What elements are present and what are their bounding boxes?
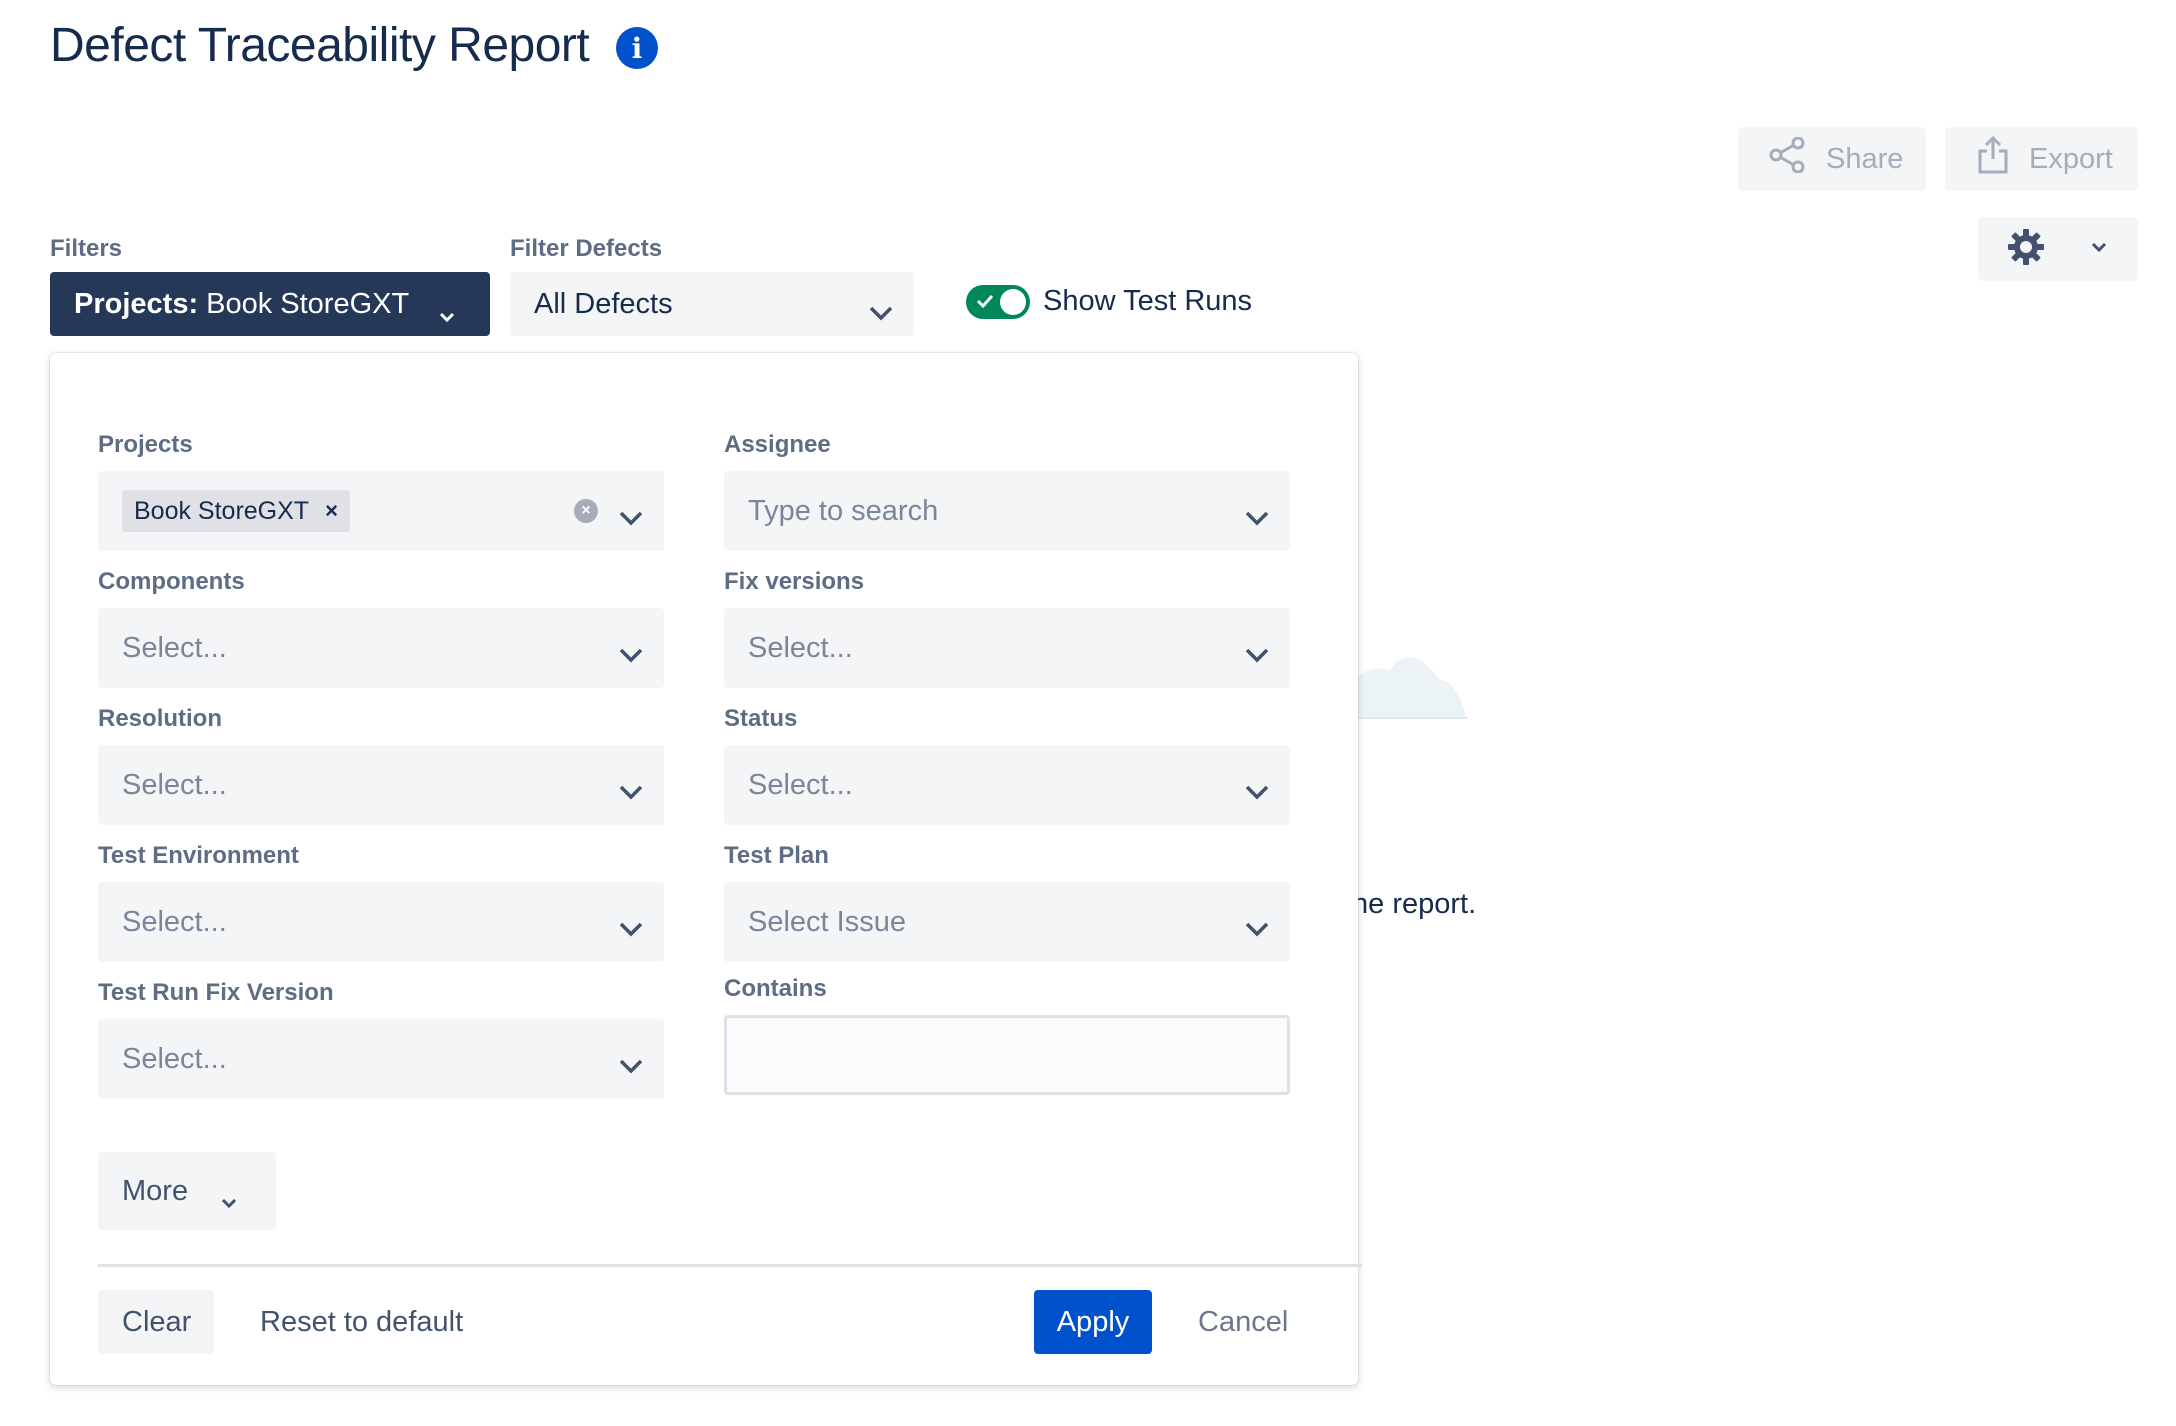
projects-value: Book StoreGXT xyxy=(206,287,410,320)
fix-versions-field-label: Fix versions xyxy=(724,568,865,595)
gear-icon xyxy=(2006,227,2046,272)
fix-versions-select[interactable]: Select... xyxy=(724,608,1290,688)
cloud-illustration xyxy=(1340,640,1470,725)
share-button[interactable]: Share xyxy=(1738,127,1926,191)
export-label: Export xyxy=(2029,142,2113,175)
test-plan-placeholder: Select Issue xyxy=(748,905,906,938)
info-icon[interactable]: i xyxy=(616,27,658,69)
projects-select[interactable]: Book StoreGXT × × xyxy=(98,471,664,551)
test-run-fix-version-field-label: Test Run Fix Version xyxy=(98,979,334,1006)
filter-defects-select[interactable]: All Defects xyxy=(510,272,914,336)
test-plan-field-label: Test Plan xyxy=(724,842,829,869)
project-tag: Book StoreGXT × xyxy=(122,490,350,532)
more-button[interactable]: More xyxy=(98,1152,276,1230)
page-title: Defect Traceability Report xyxy=(50,19,590,72)
filter-panel: Projects Book StoreGXT × × Assignee Type… xyxy=(50,353,1362,1385)
chevron-down-icon xyxy=(618,638,644,671)
resolution-placeholder: Select... xyxy=(122,768,227,801)
test-plan-select[interactable]: Select Issue xyxy=(724,882,1290,962)
chevron-down-icon xyxy=(618,501,644,534)
components-select[interactable]: Select... xyxy=(98,608,664,688)
filter-defects-value: All Defects xyxy=(534,287,673,320)
remove-tag-icon[interactable]: × xyxy=(325,498,338,524)
export-icon xyxy=(1977,135,2029,183)
cancel-button[interactable]: Cancel xyxy=(1198,1290,1288,1354)
status-placeholder: Select... xyxy=(748,768,853,801)
components-placeholder: Select... xyxy=(122,631,227,664)
chevron-down-icon xyxy=(1244,775,1270,808)
show-test-runs-label[interactable]: Show Test Runs xyxy=(1043,285,1252,318)
resolution-field-label: Resolution xyxy=(98,705,222,732)
contains-field-label: Contains xyxy=(724,975,827,1002)
chevron-down-icon xyxy=(618,775,644,808)
toggle-knob xyxy=(1000,289,1026,315)
chevron-down-icon xyxy=(220,1184,238,1217)
settings-button[interactable] xyxy=(1978,217,2138,281)
empty-state-text: ne report. xyxy=(1352,888,1477,920)
check-icon xyxy=(976,293,994,314)
filters-label: Filters xyxy=(50,235,123,262)
status-field-label: Status xyxy=(724,705,798,732)
reset-to-default-button[interactable]: Reset to default xyxy=(260,1290,463,1354)
chevron-down-icon xyxy=(618,1049,644,1082)
share-icon xyxy=(1768,136,1826,181)
chevron-down-icon xyxy=(438,298,456,331)
filter-defects-label: Filter Defects xyxy=(510,235,663,262)
projects-field-label: Projects xyxy=(98,431,193,458)
project-tag-label: Book StoreGXT xyxy=(134,496,310,525)
fix-versions-placeholder: Select... xyxy=(748,631,853,664)
test-environment-field-label: Test Environment xyxy=(98,842,299,869)
components-field-label: Components xyxy=(98,568,245,595)
chevron-down-icon xyxy=(1244,912,1270,945)
status-select[interactable]: Select... xyxy=(724,745,1290,825)
resolution-select[interactable]: Select... xyxy=(98,745,664,825)
contains-input[interactable] xyxy=(724,1015,1290,1095)
panel-divider xyxy=(98,1264,1362,1267)
clear-button[interactable]: Clear xyxy=(98,1290,214,1354)
clear-selection-icon[interactable]: × xyxy=(574,499,598,523)
chevron-down-icon xyxy=(1244,501,1270,534)
projects-prefix: Projects: xyxy=(74,287,199,320)
assignee-select[interactable]: Type to search xyxy=(724,471,1290,551)
test-run-fix-version-select[interactable]: Select... xyxy=(98,1019,664,1099)
chevron-down-icon xyxy=(618,912,644,945)
more-label: More xyxy=(122,1174,189,1207)
test-environment-placeholder: Select... xyxy=(122,905,227,938)
export-button[interactable]: Export xyxy=(1945,127,2138,191)
chevron-down-icon xyxy=(868,296,894,329)
chevron-down-icon xyxy=(2090,240,2108,258)
projects-filter-button[interactable]: Projects: Book StoreGXT xyxy=(50,272,490,336)
assignee-field-label: Assignee xyxy=(724,431,831,458)
assignee-placeholder: Type to search xyxy=(748,494,939,527)
test-environment-select[interactable]: Select... xyxy=(98,882,664,962)
share-label: Share xyxy=(1826,142,1904,175)
test-run-fix-version-placeholder: Select... xyxy=(122,1042,227,1075)
chevron-down-icon xyxy=(1244,638,1270,671)
apply-button[interactable]: Apply xyxy=(1034,1290,1152,1354)
show-test-runs-toggle[interactable] xyxy=(966,285,1030,319)
